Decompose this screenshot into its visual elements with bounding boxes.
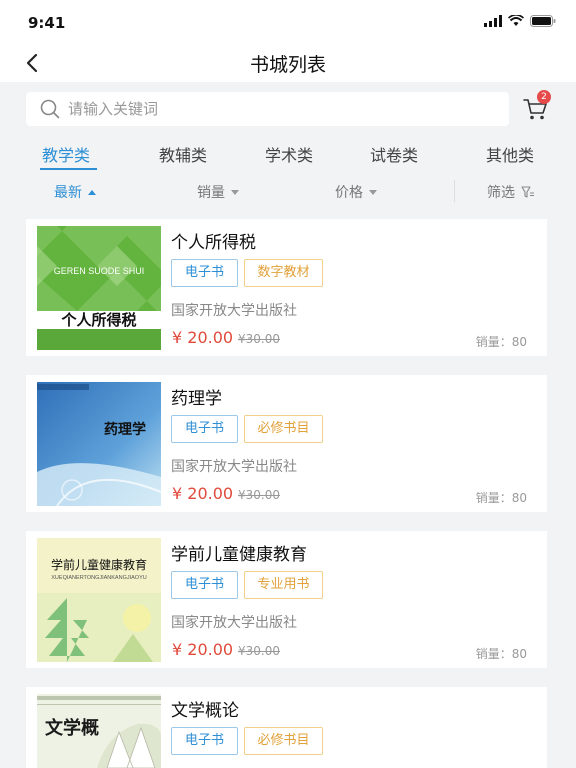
- filter-label: 筛选: [487, 185, 515, 201]
- tag-ebook: 电子书: [171, 259, 238, 287]
- book-price: ¥ 20.00: [172, 640, 234, 659]
- sort-up-icon: [88, 189, 96, 195]
- status-time: 9:41: [28, 14, 66, 32]
- filter-button[interactable]: 筛选: [487, 182, 535, 202]
- tab-academic[interactable]: 学术类: [265, 142, 313, 166]
- book-sales: 销量：80: [475, 335, 527, 349]
- book-card[interactable]: GEREN SUODE SHUI 个人所得税 个人所得税 电子书 数字教材 国家…: [26, 219, 547, 356]
- book-card[interactable]: 学前儿童健康教育 XUEQIANERTONGJIANKANGJIAOYU 学前儿…: [26, 531, 547, 668]
- book-cover: GEREN SUODE SHUI 个人所得税: [37, 226, 161, 350]
- cover-title: 个人所得税: [60, 311, 136, 329]
- sort-bar: 最新 销量 价格 筛选: [0, 172, 576, 210]
- cover-subtext: GEREN SUODE SHUI: [54, 266, 145, 276]
- tab-supplementary[interactable]: 教辅类: [159, 142, 207, 166]
- tab-exams[interactable]: 试卷类: [370, 142, 418, 166]
- book-publisher: 国家开放大学出版社: [171, 459, 297, 475]
- tag-ebook: 电子书: [171, 415, 238, 443]
- sort-latest[interactable]: 最新: [54, 182, 96, 202]
- battery-icon: [530, 15, 556, 27]
- sort-down-icon: [231, 189, 239, 195]
- book-cover: 药理学: [37, 382, 161, 506]
- active-tab-indicator: [40, 168, 97, 170]
- book-title: 文学概论: [171, 701, 239, 721]
- sort-price[interactable]: 价格: [335, 182, 377, 202]
- tab-teaching[interactable]: 教学类: [42, 142, 90, 166]
- tag-category: 专业用书: [244, 571, 323, 599]
- book-cover: 文学概: [37, 694, 161, 768]
- search-box[interactable]: [26, 92, 509, 126]
- tag-category: 必修书目: [244, 415, 323, 443]
- book-sales: 销量：80: [475, 647, 527, 661]
- book-card[interactable]: 文学概 文学概论 电子书 必修书目: [26, 687, 547, 768]
- search-bar: 2: [0, 82, 576, 134]
- sort-divider: [454, 180, 455, 202]
- book-sales: 销量：80: [475, 491, 527, 505]
- sort-sales[interactable]: 销量: [197, 182, 239, 202]
- book-old-price: ¥30.00: [238, 488, 280, 502]
- book-old-price: ¥30.00: [238, 644, 280, 658]
- cover-subtext: XUEQIANERTONGJIANKANGJIAOYU: [51, 575, 146, 581]
- sort-down-icon: [369, 189, 377, 195]
- tag-category: 必修书目: [244, 727, 323, 755]
- book-publisher: 国家开放大学出版社: [171, 303, 297, 319]
- sort-latest-label: 最新: [54, 185, 82, 201]
- book-old-price: ¥30.00: [238, 332, 280, 346]
- page-title: 书城列表: [249, 54, 326, 76]
- book-cover: 学前儿童健康教育 XUEQIANERTONGJIANKANGJIAOYU: [37, 538, 161, 662]
- status-bar: 9:41: [0, 0, 576, 44]
- cover-title: 学前儿童健康教育: [51, 557, 147, 572]
- book-title: 个人所得税: [171, 233, 256, 253]
- cart-button[interactable]: 2: [522, 90, 551, 124]
- cover-title: 文学概: [45, 717, 99, 739]
- book-card[interactable]: 药理学 药理学 电子书 必修书目 国家开放大学出版社 ¥ 20.00 ¥30.0…: [26, 375, 547, 512]
- sort-sales-label: 销量: [197, 185, 225, 201]
- book-price: ¥ 20.00: [172, 484, 234, 503]
- tab-others[interactable]: 其他类: [486, 142, 534, 166]
- sort-price-label: 价格: [335, 185, 363, 201]
- tag-category: 数字教材: [244, 259, 323, 287]
- filter-icon: [521, 186, 534, 198]
- book-title: 学前儿童健康教育: [171, 545, 307, 565]
- nav-bar: 书城列表: [0, 44, 576, 82]
- cart-badge: 2: [537, 90, 551, 104]
- signal-icon: [484, 15, 502, 27]
- status-icons: [484, 15, 556, 27]
- search-input[interactable]: [68, 92, 498, 126]
- cover-title: 药理学: [104, 421, 146, 438]
- book-publisher: 国家开放大学出版社: [171, 615, 297, 631]
- category-tabs: 教学类 教辅类 学术类 试卷类 其他类: [0, 134, 576, 172]
- wifi-icon: [508, 15, 524, 26]
- search-icon: [40, 99, 60, 119]
- tag-ebook: 电子书: [171, 571, 238, 599]
- book-price: ¥ 20.00: [172, 328, 234, 347]
- tag-ebook: 电子书: [171, 727, 238, 755]
- book-title: 药理学: [171, 389, 222, 409]
